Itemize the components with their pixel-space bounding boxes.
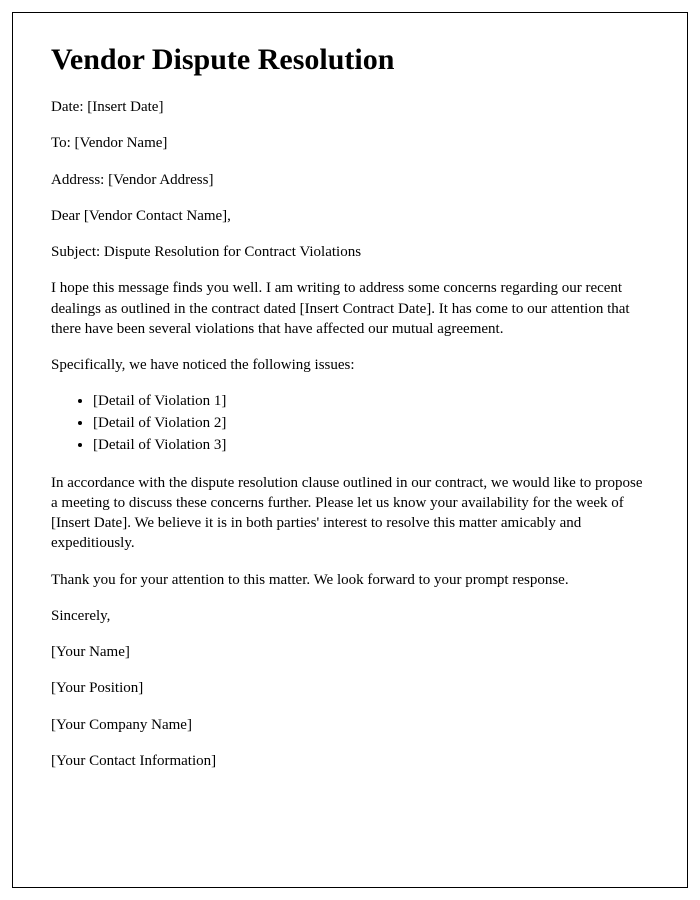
list-item: [Detail of Violation 3]	[93, 435, 649, 457]
resolution-paragraph: In accordance with the dispute resolutio…	[51, 473, 649, 554]
date-line: Date: [Insert Date]	[51, 97, 649, 117]
signoff: Sincerely,	[51, 606, 649, 626]
sender-name: [Your Name]	[51, 642, 649, 662]
issues-intro: Specifically, we have noticed the follow…	[51, 355, 649, 375]
intro-paragraph: I hope this message finds you well. I am…	[51, 278, 649, 339]
sender-position: [Your Position]	[51, 678, 649, 698]
subject-line: Subject: Dispute Resolution for Contract…	[51, 242, 649, 262]
document-container: Vendor Dispute Resolution Date: [Insert …	[12, 12, 688, 888]
closing-paragraph: Thank you for your attention to this mat…	[51, 570, 649, 590]
document-title: Vendor Dispute Resolution	[51, 43, 649, 77]
sender-company: [Your Company Name]	[51, 715, 649, 735]
list-item: [Detail of Violation 1]	[93, 391, 649, 413]
violations-list: [Detail of Violation 1] [Detail of Viola…	[51, 391, 649, 456]
salutation: Dear [Vendor Contact Name],	[51, 206, 649, 226]
to-line: To: [Vendor Name]	[51, 133, 649, 153]
list-item: [Detail of Violation 2]	[93, 413, 649, 435]
sender-contact: [Your Contact Information]	[51, 751, 649, 771]
address-line: Address: [Vendor Address]	[51, 170, 649, 190]
